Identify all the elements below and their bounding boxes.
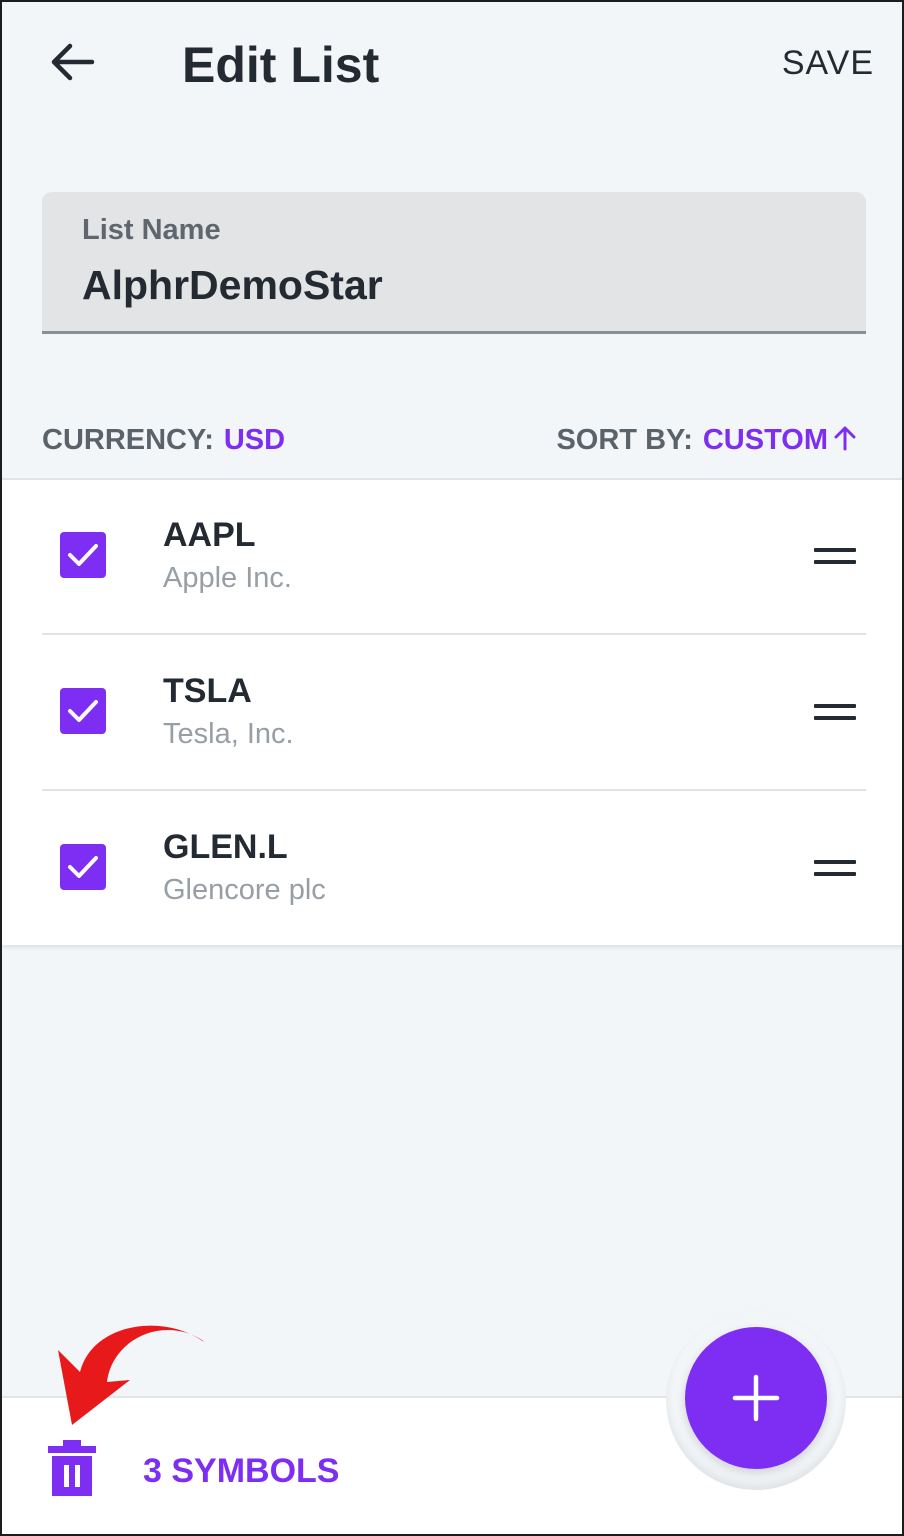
company-name: Tesla, Inc. — [163, 718, 294, 750]
add-symbol-button[interactable] — [685, 1327, 827, 1469]
screen: Edit List SAVE List Name CURRENCY: USD SO… — [0, 0, 904, 1536]
list-item[interactable]: TSLA Tesla, Inc. — [2, 636, 902, 791]
drag-handle-icon[interactable] — [814, 704, 856, 722]
checkmark-icon — [68, 544, 98, 566]
delete-button[interactable] — [46, 1438, 98, 1498]
back-button[interactable] — [46, 38, 98, 90]
checkmark-icon — [68, 856, 98, 878]
symbol-ticker: GLEN.L — [163, 828, 288, 866]
sort-label: SORT BY: — [556, 424, 693, 456]
list-name-label: List Name — [82, 214, 221, 246]
currency-value[interactable]: USD — [224, 424, 285, 456]
checkmark-icon — [68, 700, 98, 722]
select-checkbox[interactable] — [60, 688, 106, 734]
plus-icon — [732, 1374, 780, 1422]
sort-value[interactable]: CUSTOM — [703, 424, 828, 456]
list-item[interactable]: AAPL Apple Inc. — [2, 480, 902, 635]
symbol-list: AAPL Apple Inc. TSLA Tesla, Inc. GLEN.L … — [2, 478, 902, 947]
select-checkbox[interactable] — [60, 844, 106, 890]
trash-icon — [48, 1440, 96, 1496]
divider — [42, 789, 866, 791]
curved-arrow-icon — [58, 1325, 204, 1425]
list-item[interactable]: GLEN.L Glencore plc — [2, 792, 902, 947]
list-name-input[interactable] — [82, 262, 822, 309]
symbol-ticker: AAPL — [163, 516, 256, 554]
drag-handle-icon[interactable] — [814, 548, 856, 566]
symbol-ticker: TSLA — [163, 672, 252, 710]
currency-selector[interactable]: CURRENCY: USD — [42, 424, 285, 457]
company-name: Apple Inc. — [163, 562, 292, 594]
page-title: Edit List — [182, 37, 380, 93]
drag-handle-icon[interactable] — [814, 860, 856, 878]
arrow-up-icon[interactable] — [834, 425, 856, 451]
save-button[interactable]: SAVE — [782, 44, 874, 83]
divider — [42, 633, 866, 635]
list-name-field[interactable]: List Name — [42, 192, 866, 334]
symbols-count: 3 SYMBOLS — [143, 1452, 340, 1490]
sort-selector[interactable]: SORT BY: CUSTOM — [556, 424, 856, 457]
company-name: Glencore plc — [163, 874, 326, 906]
currency-label: CURRENCY: — [42, 424, 214, 456]
select-checkbox[interactable] — [60, 532, 106, 578]
arrow-left-icon — [51, 43, 95, 81]
